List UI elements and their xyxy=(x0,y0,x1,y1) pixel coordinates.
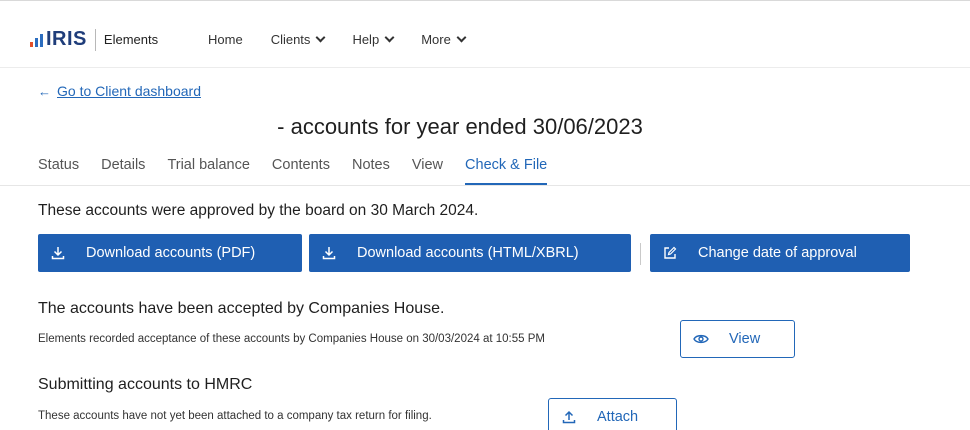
chevron-down-icon xyxy=(384,32,395,43)
download-pdf-button[interactable]: Download accounts (PDF) xyxy=(38,234,302,272)
attach-label: Attach xyxy=(597,409,639,425)
logo-bars-icon xyxy=(30,33,43,47)
change-date-of-approval-button[interactable]: Change date of approval xyxy=(650,234,910,272)
nav-clients[interactable]: Clients xyxy=(270,32,326,47)
download-html-xbrl-button[interactable]: Download accounts (HTML/XBRL) xyxy=(309,234,631,272)
download-icon xyxy=(50,245,66,261)
arrow-left-icon: ← xyxy=(38,83,51,99)
nav-home-label: Home xyxy=(208,32,243,47)
logo-text: IRIS xyxy=(46,28,87,50)
app-header: IRIS Elements Home Clients Help More xyxy=(0,10,970,68)
page-title: - accounts for year ended 30/06/2023 xyxy=(0,114,920,140)
change-date-label: Change date of approval xyxy=(698,245,857,261)
nav-more[interactable]: More xyxy=(421,32,467,47)
logo-divider xyxy=(94,28,96,51)
tab-notes[interactable]: Notes xyxy=(352,157,390,185)
tab-trial-balance[interactable]: Trial balance xyxy=(167,157,249,185)
view-button[interactable]: View xyxy=(680,320,795,358)
iris-logo[interactable]: IRIS Elements xyxy=(30,28,158,51)
attach-button[interactable]: Attach xyxy=(548,398,677,430)
nav-help[interactable]: Help xyxy=(352,32,395,47)
tab-details[interactable]: Details xyxy=(101,157,145,185)
chevron-down-icon xyxy=(456,32,467,43)
main-nav: Home Clients Help More xyxy=(208,32,493,47)
eye-icon xyxy=(693,331,709,347)
product-name: Elements xyxy=(103,32,159,47)
tab-view[interactable]: View xyxy=(412,157,443,185)
hmrc-status-text: These accounts have not yet been attache… xyxy=(38,410,432,422)
nav-help-label: Help xyxy=(352,32,380,47)
upload-icon xyxy=(561,409,577,425)
tab-bar: Status Details Trial balance Contents No… xyxy=(38,157,569,187)
download-html-label: Download accounts (HTML/XBRL) xyxy=(357,245,579,261)
nav-clients-label: Clients xyxy=(270,32,311,47)
back-to-client-dashboard-link[interactable]: ← Go to Client dashboard xyxy=(38,83,201,99)
nav-home[interactable]: Home xyxy=(208,32,243,47)
back-link-label: Go to Client dashboard xyxy=(57,83,201,99)
approval-message: These accounts were approved by the boar… xyxy=(38,202,479,219)
top-border xyxy=(0,0,970,1)
edit-icon xyxy=(662,245,678,261)
hmrc-heading: Submitting accounts to HMRC xyxy=(38,376,253,393)
download-pdf-label: Download accounts (PDF) xyxy=(86,245,256,261)
page-title-text: - accounts for year ended 30/06/2023 xyxy=(277,114,643,139)
tabs-divider xyxy=(0,185,970,186)
tab-status[interactable]: Status xyxy=(38,157,79,185)
download-icon xyxy=(321,245,337,261)
tab-check-and-file[interactable]: Check & File xyxy=(465,157,548,185)
view-label: View xyxy=(729,331,761,347)
chevron-down-icon xyxy=(315,32,326,43)
companies-house-status-text: Elements recorded acceptance of these ac… xyxy=(38,333,545,345)
companies-house-heading: The accounts have been accepted by Compa… xyxy=(38,300,445,317)
tab-contents[interactable]: Contents xyxy=(272,157,330,185)
nav-more-label: More xyxy=(421,32,451,47)
button-separator xyxy=(640,243,641,265)
